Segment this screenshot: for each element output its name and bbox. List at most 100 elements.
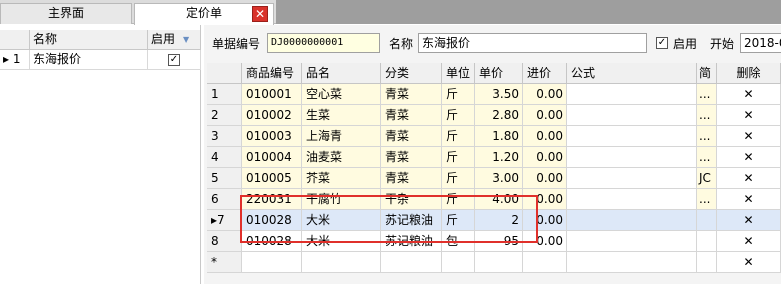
cell-category[interactable]: 青菜 — [381, 126, 442, 147]
cell-cost[interactable]: 0.00 — [523, 84, 567, 105]
cell-abbr[interactable]: ... — [697, 126, 717, 147]
cell-unit[interactable]: 斤 — [442, 84, 475, 105]
cell-price[interactable]: 4.00 — [475, 189, 523, 210]
cell-unit[interactable]: 斤 — [442, 126, 475, 147]
cell-unit[interactable] — [442, 252, 475, 273]
cell-price[interactable]: 1.20 — [475, 147, 523, 168]
cell-code[interactable]: 010003 — [242, 126, 302, 147]
cell-unit[interactable]: 斤 — [442, 147, 475, 168]
cell-price[interactable]: 2 — [475, 210, 523, 231]
cell-category[interactable]: 青菜 — [381, 168, 442, 189]
table-row[interactable]: 6 220031 干腐竹 干杂斤 4.00 0.00... ✕ — [207, 189, 781, 210]
list-item-name[interactable]: 东海报价 — [30, 50, 148, 70]
name-field[interactable]: 东海报价 — [418, 33, 647, 53]
cell-category[interactable]: 苏记粮油 — [381, 231, 442, 252]
table-row[interactable]: * ✕ — [207, 252, 781, 273]
cell-price[interactable]: 3.00 — [475, 168, 523, 189]
cell-abbr[interactable] — [697, 210, 717, 231]
header-price[interactable]: 单价 — [475, 63, 523, 84]
header-cost[interactable]: 进价 — [523, 63, 567, 84]
table-row[interactable]: 2 010002 生菜 青菜斤 2.80 0.00... ✕ — [207, 105, 781, 126]
start-date-field[interactable]: 2018-07 — [740, 33, 781, 53]
cell-unit[interactable]: 斤 — [442, 189, 475, 210]
close-icon[interactable]: ✕ — [252, 6, 268, 22]
cell-category[interactable]: 青菜 — [381, 147, 442, 168]
delete-icon[interactable]: ✕ — [717, 168, 781, 189]
cell-price[interactable]: 95 — [475, 231, 523, 252]
table-row[interactable]: 4 010004 油麦菜 青菜斤 1.20 0.00... ✕ — [207, 147, 781, 168]
header-product-name[interactable]: 品名 — [302, 63, 381, 84]
cell-unit[interactable]: 包 — [442, 231, 475, 252]
cell-formula[interactable] — [567, 84, 697, 105]
cell-abbr[interactable]: ... — [697, 147, 717, 168]
cell-cost[interactable]: 0.00 — [523, 189, 567, 210]
header-unit[interactable]: 单位 — [442, 63, 475, 84]
cell-product-name[interactable]: 油麦菜 — [302, 147, 381, 168]
cell-formula[interactable] — [567, 210, 697, 231]
cell-abbr[interactable]: JC — [697, 168, 717, 189]
enabled-checkbox[interactable]: ✓ — [168, 53, 180, 66]
cell-formula[interactable] — [567, 147, 697, 168]
tab-home[interactable]: 主界面 — [0, 3, 132, 24]
cell-unit[interactable]: 斤 — [442, 105, 475, 126]
cell-cost[interactable]: 0.00 — [523, 126, 567, 147]
enable-checkbox[interactable]: ✓ — [656, 37, 668, 49]
cell-category[interactable]: 干杂 — [381, 189, 442, 210]
filter-icon[interactable]: ▼ — [183, 35, 189, 44]
cell-price[interactable] — [475, 252, 523, 273]
cell-code[interactable]: 010002 — [242, 105, 302, 126]
cell-code[interactable]: 010001 — [242, 84, 302, 105]
header-code[interactable]: 商品编号 — [242, 63, 302, 84]
cell-code[interactable]: 010028 — [242, 210, 302, 231]
bill-no-field[interactable]: DJ0000000001 — [267, 33, 380, 53]
header-abbr[interactable]: 简 — [697, 63, 717, 84]
cell-formula[interactable] — [567, 252, 697, 273]
cell-product-name[interactable]: 生菜 — [302, 105, 381, 126]
cell-category[interactable] — [381, 252, 442, 273]
header-delete[interactable]: 删除 — [717, 63, 781, 84]
cell-cost[interactable]: 0.00 — [523, 168, 567, 189]
cell-abbr[interactable]: ... — [697, 189, 717, 210]
cell-unit[interactable]: 斤 — [442, 210, 475, 231]
cell-product-name[interactable]: 大米 — [302, 231, 381, 252]
cell-category[interactable]: 青菜 — [381, 84, 442, 105]
delete-icon[interactable]: ✕ — [717, 147, 781, 168]
cell-cost[interactable] — [523, 252, 567, 273]
cell-abbr[interactable] — [697, 252, 717, 273]
cell-formula[interactable] — [567, 231, 697, 252]
cell-product-name[interactable]: 干腐竹 — [302, 189, 381, 210]
list-item-enabled[interactable]: ✓ — [148, 50, 201, 70]
delete-icon[interactable]: ✕ — [717, 105, 781, 126]
cell-formula[interactable] — [567, 189, 697, 210]
table-row[interactable]: 3 010003 上海青 青菜斤 1.80 0.00... ✕ — [207, 126, 781, 147]
cell-abbr[interactable] — [697, 231, 717, 252]
header-name[interactable]: 名称 — [30, 30, 148, 50]
cell-product-name[interactable]: 上海青 — [302, 126, 381, 147]
cell-code[interactable]: 010005 — [242, 168, 302, 189]
list-item[interactable]: ▸ 1 东海报价 ✓ — [0, 50, 201, 70]
cell-code[interactable]: 220031 — [242, 189, 302, 210]
cell-formula[interactable] — [567, 168, 697, 189]
cell-product-name[interactable]: 大米 — [302, 210, 381, 231]
cell-product-name[interactable]: 芥菜 — [302, 168, 381, 189]
cell-code[interactable] — [242, 252, 302, 273]
cell-code[interactable]: 010004 — [242, 147, 302, 168]
delete-icon[interactable]: ✕ — [717, 210, 781, 231]
table-row[interactable]: ▸7 010028 大米 苏记粮油斤 2 0.00 ✕ — [207, 210, 781, 231]
cell-price[interactable]: 1.80 — [475, 126, 523, 147]
delete-icon[interactable]: ✕ — [717, 84, 781, 105]
delete-icon[interactable]: ✕ — [717, 189, 781, 210]
cell-price[interactable]: 3.50 — [475, 84, 523, 105]
cell-formula[interactable] — [567, 105, 697, 126]
cell-unit[interactable]: 斤 — [442, 168, 475, 189]
header-enabled[interactable]: 启用 ▼ — [148, 30, 201, 50]
delete-icon[interactable]: ✕ — [717, 252, 781, 273]
delete-icon[interactable]: ✕ — [717, 126, 781, 147]
cell-price[interactable]: 2.80 — [475, 105, 523, 126]
cell-abbr[interactable]: ... — [697, 105, 717, 126]
cell-cost[interactable]: 0.00 — [523, 147, 567, 168]
cell-cost[interactable]: 0.00 — [523, 105, 567, 126]
cell-category[interactable]: 苏记粮油 — [381, 210, 442, 231]
header-category[interactable]: 分类 — [381, 63, 442, 84]
cell-cost[interactable]: 0.00 — [523, 231, 567, 252]
